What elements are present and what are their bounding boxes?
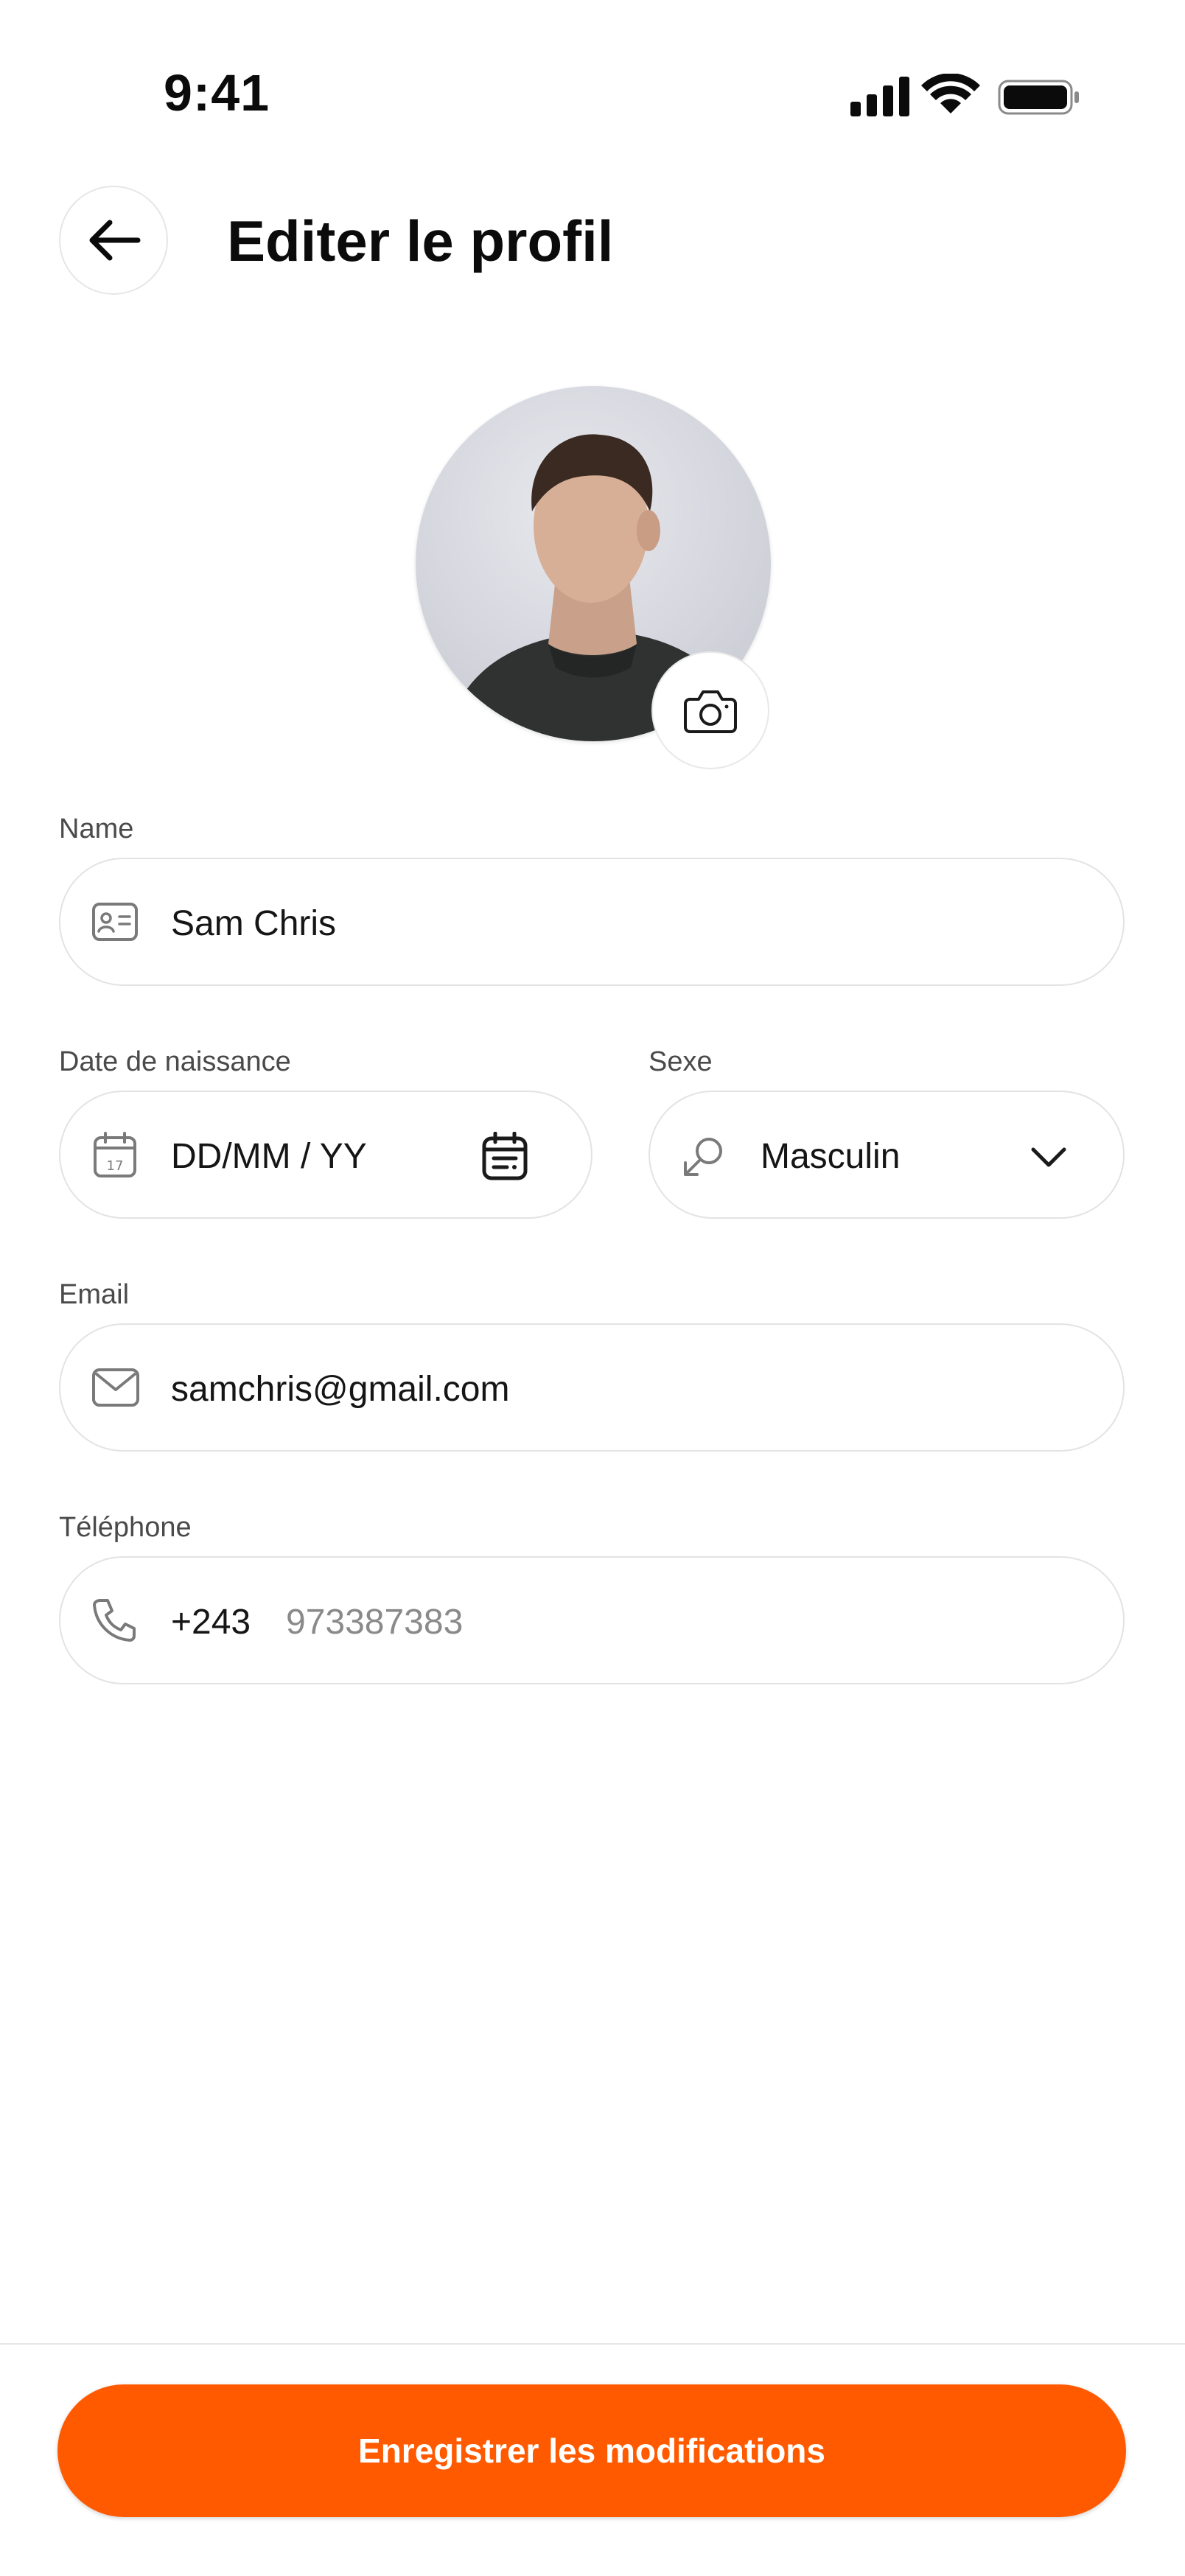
status-icons xyxy=(847,73,1083,118)
birthdate-field[interactable]: 17 DD/MM / YY xyxy=(59,1091,592,1219)
name-field[interactable]: Sam Chris xyxy=(59,858,1125,986)
wifi-icon xyxy=(921,73,980,113)
calendar-icon: 17 xyxy=(94,1132,136,1177)
id-card-icon xyxy=(92,903,138,941)
name-label: Name xyxy=(59,813,134,844)
change-photo-button[interactable] xyxy=(651,651,769,769)
sex-label: Sexe xyxy=(649,1046,713,1077)
back-button[interactable] xyxy=(59,186,168,295)
back-arrow-icon xyxy=(89,220,141,261)
battery-icon xyxy=(998,80,1079,115)
camera-icon xyxy=(684,690,737,733)
status-time: 9:41 xyxy=(164,64,270,122)
phone-icon xyxy=(93,1599,136,1642)
email-field[interactable]: samchris@gmail.com xyxy=(59,1323,1125,1452)
gender-icon xyxy=(684,1138,722,1176)
birthdate-placeholder: DD/MM / YY xyxy=(171,1137,367,1176)
name-value: Sam Chris xyxy=(171,904,337,943)
email-label: Email xyxy=(59,1279,130,1310)
sex-value: Masculin xyxy=(761,1137,901,1176)
svg-text:17: 17 xyxy=(107,1158,124,1174)
phone-label: Téléphone xyxy=(59,1512,192,1543)
phone-field[interactable]: +243 973387383 xyxy=(59,1556,1125,1684)
chevron-down-icon xyxy=(1031,1147,1066,1167)
footer-divider xyxy=(0,2343,1185,2345)
page-title: Editer le profil xyxy=(227,209,614,273)
signal-icon xyxy=(850,77,909,116)
sex-select[interactable]: Masculin xyxy=(649,1091,1125,1219)
birthdate-label: Date de naissance xyxy=(59,1046,291,1077)
phone-country-code[interactable]: +243 xyxy=(171,1602,251,1642)
mail-icon xyxy=(92,1368,139,1407)
calendar-picker-icon xyxy=(482,1132,528,1180)
save-button[interactable]: Enregistrer les modifications xyxy=(57,2384,1126,2517)
email-value: samchris@gmail.com xyxy=(171,1370,510,1409)
phone-placeholder: 973387383 xyxy=(286,1603,464,1642)
